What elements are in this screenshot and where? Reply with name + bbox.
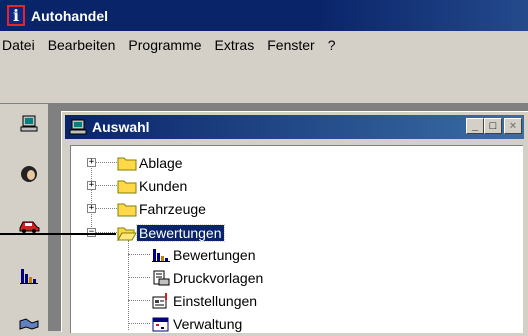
computer-icon[interactable]	[17, 112, 41, 136]
folder-icon	[117, 180, 137, 193]
computer-icon	[69, 119, 87, 135]
menu-extras[interactable]: Extras	[209, 37, 262, 53]
app-title-bar: i Autohandel	[0, 0, 528, 31]
left-toolbar	[0, 104, 49, 331]
minimize-button[interactable]: _	[466, 118, 484, 134]
maximize-button[interactable]: □	[484, 118, 502, 134]
folder-icon	[117, 157, 137, 170]
tree-node-label: Fahrzeuge	[139, 200, 206, 217]
menu-programme[interactable]: Programme	[122, 37, 208, 53]
maximize-icon: □	[489, 119, 497, 132]
close-button[interactable]: ×	[504, 118, 522, 134]
calendar-admin-icon	[152, 317, 169, 331]
expand-button[interactable]: +	[87, 204, 96, 213]
bar-chart-icon	[152, 248, 170, 262]
tree-connector	[128, 300, 150, 301]
tree-connector	[91, 161, 92, 233]
tree-node-fahrzeuge[interactable]: Fahrzeuge	[117, 198, 208, 219]
handshake-icon[interactable]	[17, 312, 41, 336]
tree-node-label: Einstellungen	[173, 292, 258, 309]
tree-connector	[128, 277, 150, 278]
tree-node-label: Kunden	[139, 177, 188, 194]
app-title: Autohandel	[31, 7, 108, 24]
customer-head-icon[interactable]	[17, 162, 41, 186]
child-title: Auswahl	[92, 119, 150, 135]
tree-node-label: Ablage	[139, 154, 183, 171]
tree-node-einstellungen[interactable]: Einstellungen	[151, 290, 259, 311]
tree-node-kunden[interactable]: Kunden	[117, 175, 189, 196]
folder-icon	[117, 203, 137, 216]
bar-chart-icon[interactable]	[17, 264, 41, 288]
tree-connector	[128, 323, 150, 324]
tree-node-druckvorlagen[interactable]: Druckvorlagen	[151, 267, 265, 288]
child-title-bar[interactable]: Auswahl _ □ ×	[65, 115, 524, 139]
menu-help[interactable]: ?	[322, 37, 343, 53]
expand-button[interactable]: +	[87, 181, 96, 190]
tree-node-label: Verwaltung	[173, 315, 243, 332]
tree-node-verwaltung[interactable]: Verwaltung	[151, 313, 244, 333]
callout-pointer-line	[0, 233, 116, 235]
print-template-icon	[153, 270, 170, 285]
tree-node-label: Bewertungen	[173, 246, 256, 263]
menu-bar: Datei Bearbeiten Programme Extras Fenste…	[0, 31, 528, 59]
tree-view[interactable]: + Ablage + Kunden + Fahrzeuge − Bewertun…	[70, 145, 523, 333]
settings-icon	[152, 292, 167, 308]
menu-fenster[interactable]: Fenster	[261, 37, 321, 53]
menu-bearbeiten[interactable]: Bearbeiten	[42, 37, 123, 53]
minimize-icon: _	[471, 119, 479, 132]
tree-connector	[128, 254, 150, 255]
open-folder-icon	[117, 227, 137, 241]
tree-node-label: Druckvorlagen	[173, 269, 264, 286]
tree-node-bewertungen-report[interactable]: Bewertungen	[151, 244, 258, 265]
tree-node-ablage[interactable]: Ablage	[117, 152, 185, 173]
tree-node-label: Bewertungen	[136, 223, 225, 242]
tree-node-bewertungen[interactable]: Bewertungen	[117, 222, 225, 243]
toolbar-area	[0, 59, 528, 104]
expand-button[interactable]: +	[87, 158, 96, 167]
auswahl-window: Auswahl _ □ × + Ablage + Kunden + Fahrze…	[61, 111, 528, 333]
menu-datei[interactable]: Datei	[0, 37, 42, 53]
close-icon: ×	[509, 119, 517, 132]
info-i-icon[interactable]: i	[7, 5, 25, 26]
